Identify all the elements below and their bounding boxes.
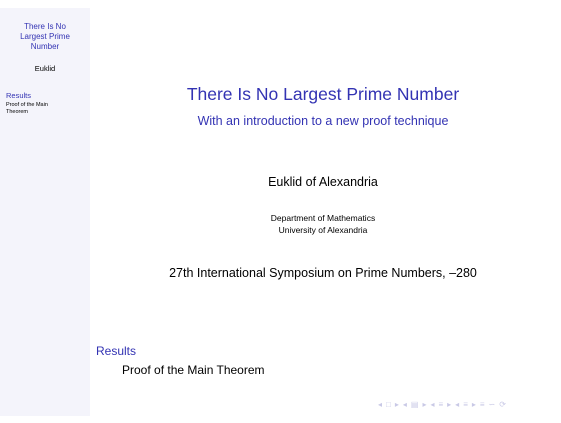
sidebar-subsection-line: Theorem xyxy=(6,108,29,115)
navigation-bar: ◂ □ ▸ ◂ ▤ ▸ ◂ ≡ ▸ ◂ ≡ ▸ ≡ ∽ ⟳ xyxy=(378,398,506,410)
sidebar-item-proof-main-theorem[interactable]: Proof of the Main Theorem xyxy=(6,102,68,115)
slide-subtitle: With an introduction to a new proof tech… xyxy=(197,114,449,128)
nav-presentation-icon[interactable]: ≡ xyxy=(463,400,468,409)
toc-section-results[interactable]: Results xyxy=(96,344,136,358)
sidebar-author: Euklid xyxy=(34,64,56,73)
nav-section-icon[interactable]: ≡ xyxy=(438,400,443,409)
author-name: Euklid of Alexandria xyxy=(268,175,378,189)
nav-back-forward-icon[interactable]: ∽ xyxy=(489,400,496,409)
nav-frame-right-icon[interactable]: ▸ xyxy=(395,400,399,409)
nav-presentation-right-icon[interactable]: ▸ xyxy=(472,400,476,409)
nav-section-right-icon[interactable]: ▸ xyxy=(447,400,451,409)
nav-subsection-right-icon[interactable]: ▸ xyxy=(422,400,426,409)
slide: There Is No Largest Prime Number Euklid … xyxy=(0,8,561,416)
institute-line: Department of Mathematics xyxy=(270,213,376,223)
date-line: 27th International Symposium on Prime Nu… xyxy=(169,266,477,280)
sidebar-item-results[interactable]: Results xyxy=(6,91,31,100)
nav-section-left-icon[interactable]: ◂ xyxy=(430,400,434,409)
nav-frame-icon[interactable]: □ xyxy=(386,400,391,409)
slide-title: There Is No Largest Prime Number xyxy=(186,84,460,104)
nav-search-icon[interactable]: ⟳ xyxy=(499,400,506,409)
sidebar-title-line: Number xyxy=(30,42,60,51)
sidebar-title-line: There Is No xyxy=(24,22,66,31)
toc-subsection-proof[interactable]: Proof of the Main Theorem xyxy=(122,363,265,377)
nav-subsection-left-icon[interactable]: ◂ xyxy=(403,400,407,409)
nav-presentation-left-icon[interactable]: ◂ xyxy=(455,400,459,409)
nav-subsection-icon[interactable]: ▤ xyxy=(411,400,419,409)
nav-appendix-icon[interactable]: ≡ xyxy=(480,400,485,409)
sidebar: There Is No Largest Prime Number Euklid … xyxy=(0,8,90,416)
sidebar-title-line: Largest Prime xyxy=(20,32,70,41)
institute-line: University of Alexandria xyxy=(278,225,368,235)
sidebar-title[interactable]: There Is No Largest Prime Number xyxy=(0,22,90,52)
institute: Department of Mathematics University of … xyxy=(95,212,551,236)
nav-frame-left-icon[interactable]: ◂ xyxy=(378,400,382,409)
